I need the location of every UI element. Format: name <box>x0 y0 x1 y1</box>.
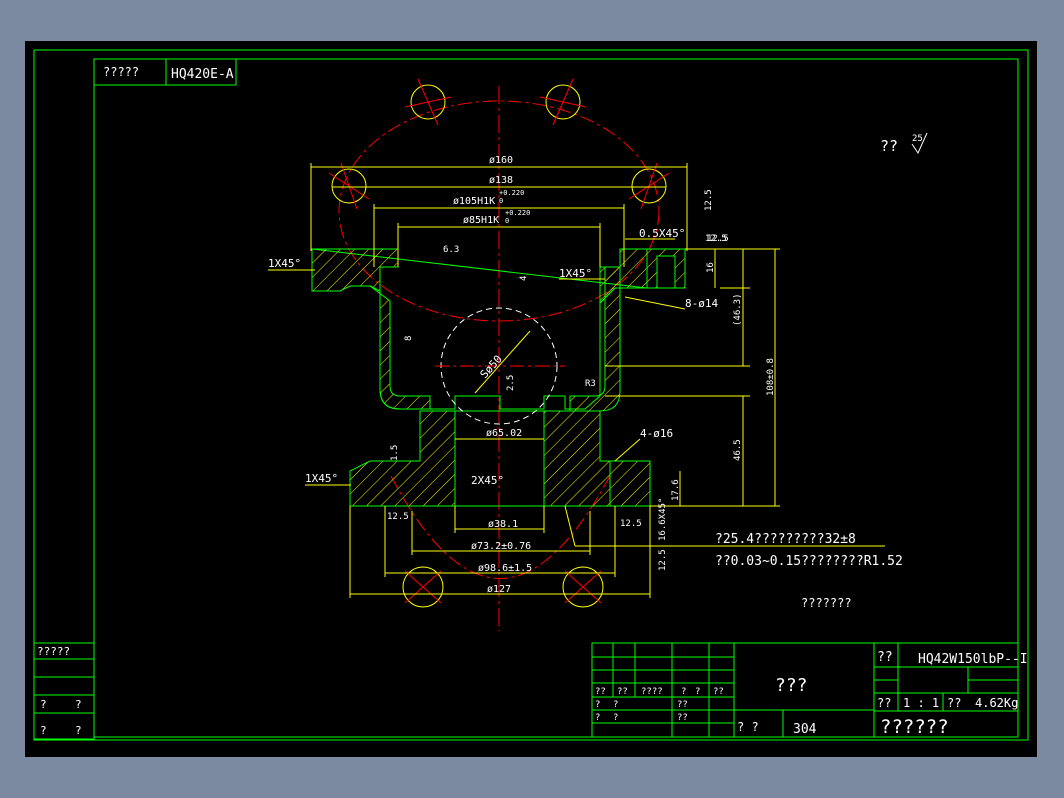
tb-weight: 4.62Kg <box>975 696 1018 710</box>
dim-d160-text: ø160 <box>489 155 513 166</box>
dim-h465: 46.5 <box>733 439 743 461</box>
dim-d732: ø73.2±0.76 <box>411 511 591 555</box>
dim-holes-8: 8-ø14 <box>685 297 718 310</box>
tb-row-a-3: ?? <box>677 700 688 710</box>
left-cell-3: ? <box>40 724 47 737</box>
dim-d105-tol: +0.220 <box>499 189 524 197</box>
dim-d127-text: ø127 <box>487 584 511 595</box>
bolt-hole-4 <box>628 162 670 210</box>
note-line-1: ?25.4?????????32±8 <box>715 532 856 547</box>
tb-material: 304 <box>793 722 817 737</box>
dim-d138: ø138 <box>332 175 666 188</box>
bolt-hole-3 <box>328 162 370 210</box>
left-table-label: ????? <box>37 645 70 658</box>
tb-weight-label: ?? <box>947 696 961 710</box>
roughness-symbol-icon: 25 <box>911 132 928 155</box>
tb-header-6: ?? <box>713 687 724 697</box>
dim-r125-f: 12.5 <box>705 234 727 244</box>
dim-r125-b: 12.5 <box>704 189 714 211</box>
tb-header-2: ?? <box>617 687 628 697</box>
dim-d85-tol: +0.220 <box>505 209 530 217</box>
tb-code-label: ?? <box>877 650 893 665</box>
sheet-border <box>33 49 1029 741</box>
top-label-code: HQ420E-A <box>171 67 234 82</box>
tb-row-b-1: ? <box>595 713 600 723</box>
tb-row-a-1: ? <box>595 700 600 710</box>
drawing-canvas: ????? HQ420E-A ?? 25 Sø50 ø160 ø138 ø105… <box>25 41 1037 757</box>
tb-sign-label: ? ? <box>737 720 759 734</box>
tb-code: HQ42W150lbP--I <box>918 652 1028 667</box>
dim-d6502: ø65.02 <box>486 428 522 439</box>
dim-d381-text: ø38.1 <box>488 519 518 530</box>
dim-2-5: 2.5 <box>506 375 516 391</box>
tb-scale: 1 : 1 <box>903 696 939 710</box>
dim-h16: 16 <box>706 262 716 273</box>
dim-h4: 4 <box>519 276 529 281</box>
dim-h108: 108±0.8 <box>766 358 776 396</box>
dim-d381: ø38.1 <box>454 506 545 533</box>
dim-chamfer-1a: 1X45° <box>268 257 301 270</box>
tb-header-3: ???? <box>641 687 663 697</box>
tb-header-5: ? <box>695 687 700 697</box>
dim-h16b: 16.6X45° <box>658 498 668 541</box>
dim-d138-text: ø138 <box>489 175 513 186</box>
tb-scale-label: ?? <box>877 696 891 710</box>
bolt-hole-1 <box>404 78 452 126</box>
dim-d732-text: ø73.2±0.76 <box>471 541 531 552</box>
top-code-box: ????? HQ420E-A <box>93 58 237 86</box>
dim-chamfer-1c: 1X45° <box>305 472 338 485</box>
tb-row-a-2: ? <box>613 700 618 710</box>
dim-r125-c: 12.5 <box>387 512 409 522</box>
dim-chamfer-2: 2X45° <box>471 474 504 487</box>
top-label-left: ????? <box>103 65 139 79</box>
bolt-hole-2 <box>539 78 587 126</box>
title-block: ?? ?? ???? ? ? ?? ? ? ?? ? ? ?? ??? ? ? … <box>591 642 1028 738</box>
bottom-note: ??????? <box>801 596 852 610</box>
roughness-value: 25 <box>912 134 923 144</box>
dim-d105-text: ø105H1K <box>453 196 495 207</box>
dim-sphere: Sø50 <box>478 353 505 381</box>
note-line-2: ??0.03~0.15????????R1.52 <box>715 554 903 569</box>
dim-chamfer-1b: 1X45° <box>559 267 592 280</box>
tb-part-name: ??? <box>775 675 808 696</box>
tb-header-4: ? <box>681 687 686 697</box>
dim-r125-e: 12.5 <box>658 549 668 571</box>
dim-h463: (46.3) <box>733 293 743 326</box>
dim-r125-d: 12.5 <box>620 519 642 529</box>
left-cell-1: ? <box>40 698 47 711</box>
dim-r63: 6.3 <box>443 245 459 255</box>
tb-header-1: ?? <box>595 687 606 697</box>
dim-d85-tol-low: 0 <box>505 217 509 225</box>
dim-holes-4: 4-ø16 <box>640 427 673 440</box>
dim-d85-text: ø85H1K <box>463 215 499 226</box>
dim-d986-text: ø98.6±1.5 <box>478 563 532 574</box>
left-cell-2: ? <box>75 698 82 711</box>
dim-chamfer-05: 0.5X45° <box>639 227 685 240</box>
dim-h176: 17.6 <box>671 479 681 501</box>
dim-1-5: 1.5 <box>390 445 400 461</box>
tb-row-b-3: ?? <box>677 713 688 723</box>
roughness-note: ?? <box>880 137 898 155</box>
cad-drawing: ????? HQ420E-A ?? 25 Sø50 ø160 ø138 ø105… <box>33 49 1029 741</box>
dim-8: 8 <box>404 336 414 341</box>
dim-d105-tol-low: 0 <box>499 197 503 205</box>
tb-row-b-2: ? <box>613 713 618 723</box>
left-cell-4: ? <box>75 724 82 737</box>
dim-r3: R3 <box>585 379 596 389</box>
tb-company: ?????? <box>880 716 949 738</box>
drawing-frame <box>93 58 1019 738</box>
left-revision-table: ????? ? ? ? ? <box>33 642 95 740</box>
